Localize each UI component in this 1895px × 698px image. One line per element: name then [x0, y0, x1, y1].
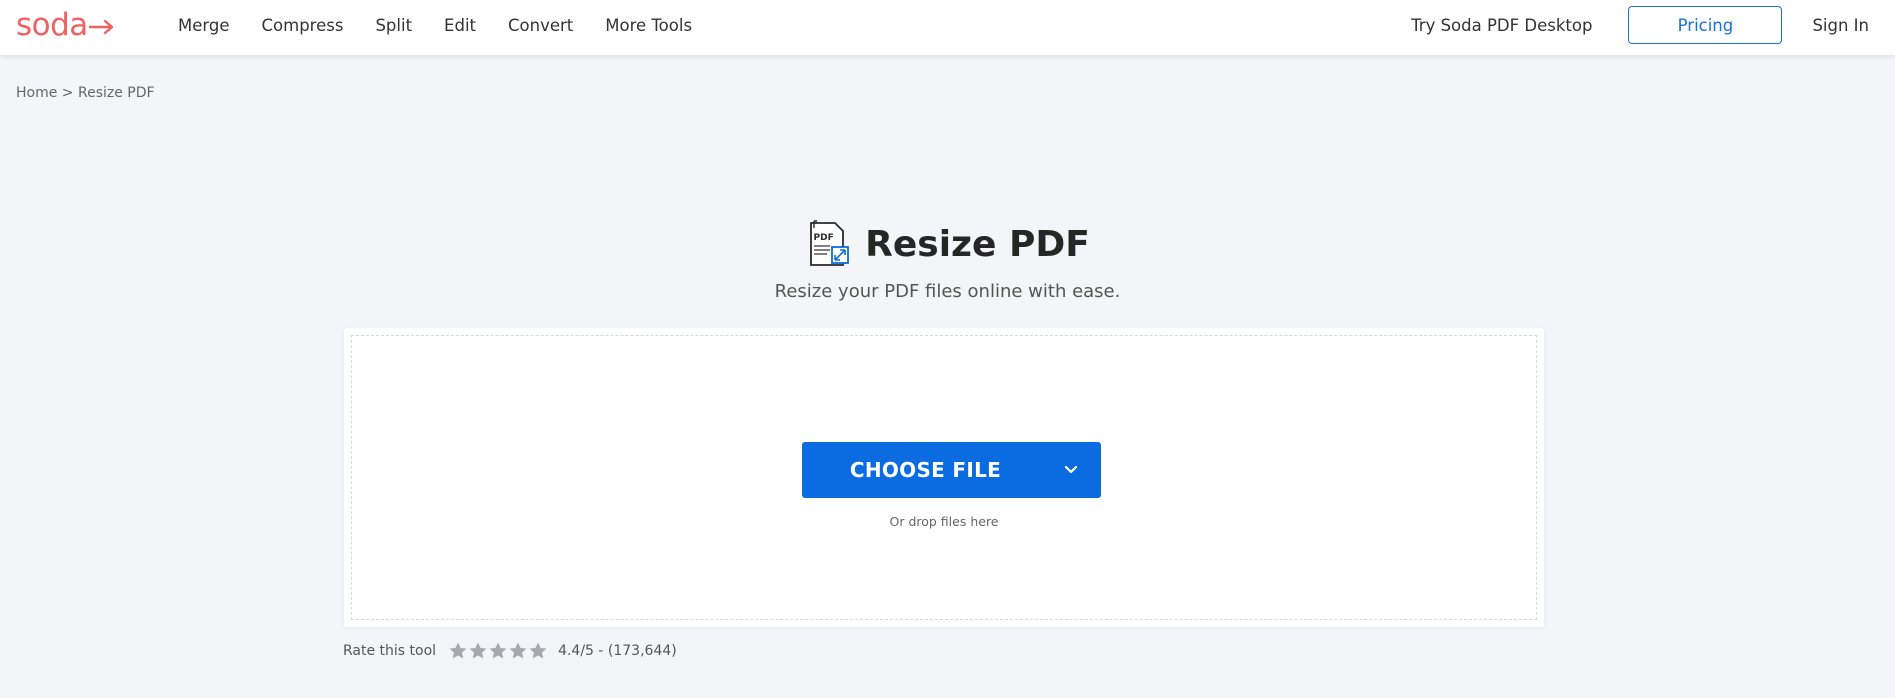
header-actions: Try Soda PDF Desktop Pricing Sign In	[1411, 0, 1895, 50]
nav-edit[interactable]: Edit	[444, 16, 476, 35]
breadcrumb-separator: >	[61, 85, 74, 101]
nav-merge[interactable]: Merge	[178, 16, 230, 35]
drop-zone[interactable]: CHOOSE FILE Or drop files here	[351, 335, 1537, 620]
nav-compress[interactable]: Compress	[262, 16, 344, 35]
logo-text: soda	[16, 7, 88, 43]
svg-text:PDF: PDF	[814, 233, 834, 243]
drop-hint: Or drop files here	[889, 514, 999, 529]
rating-score: 4.4/5 - (173,644)	[558, 643, 677, 659]
star-icon[interactable]	[508, 641, 528, 661]
choose-file-button[interactable]: CHOOSE FILE	[802, 442, 1101, 498]
try-desktop-link[interactable]: Try Soda PDF Desktop	[1411, 16, 1592, 35]
logo-arrow-icon	[88, 19, 113, 35]
star-icon[interactable]	[448, 641, 468, 661]
sign-in-link[interactable]: Sign In	[1812, 16, 1869, 35]
title-row: PDF Resize PDF	[0, 220, 1895, 268]
top-header: soda Merge Compress Split Edit Convert M…	[0, 0, 1895, 56]
page-subtitle: Resize your PDF files online with ease.	[774, 281, 1121, 302]
star-icon[interactable]	[468, 641, 488, 661]
breadcrumb: Home > Resize PDF	[16, 85, 155, 101]
soda-logo[interactable]: soda	[16, 7, 115, 43]
star-icon[interactable]	[488, 641, 508, 661]
rating-row: Rate this tool 4.4/5 - (173,644)	[343, 641, 677, 661]
choose-file-label: CHOOSE FILE	[849, 458, 1002, 482]
nav-split[interactable]: Split	[375, 16, 412, 35]
page-title: Resize PDF	[865, 223, 1090, 265]
chevron-down-icon[interactable]	[1041, 442, 1101, 498]
upload-card: CHOOSE FILE Or drop files here	[344, 328, 1544, 627]
star-rating	[448, 641, 548, 661]
star-icon[interactable]	[528, 641, 548, 661]
resize-pdf-icon: PDF	[810, 220, 850, 266]
breadcrumb-current: Resize PDF	[77, 85, 155, 101]
nav-convert[interactable]: Convert	[508, 16, 573, 35]
main-nav: Merge Compress Split Edit Convert More T…	[178, 0, 724, 50]
rate-label: Rate this tool	[343, 643, 437, 659]
pricing-button[interactable]: Pricing	[1628, 6, 1783, 44]
breadcrumb-home[interactable]: Home	[16, 85, 57, 101]
nav-more-tools[interactable]: More Tools	[605, 16, 692, 35]
